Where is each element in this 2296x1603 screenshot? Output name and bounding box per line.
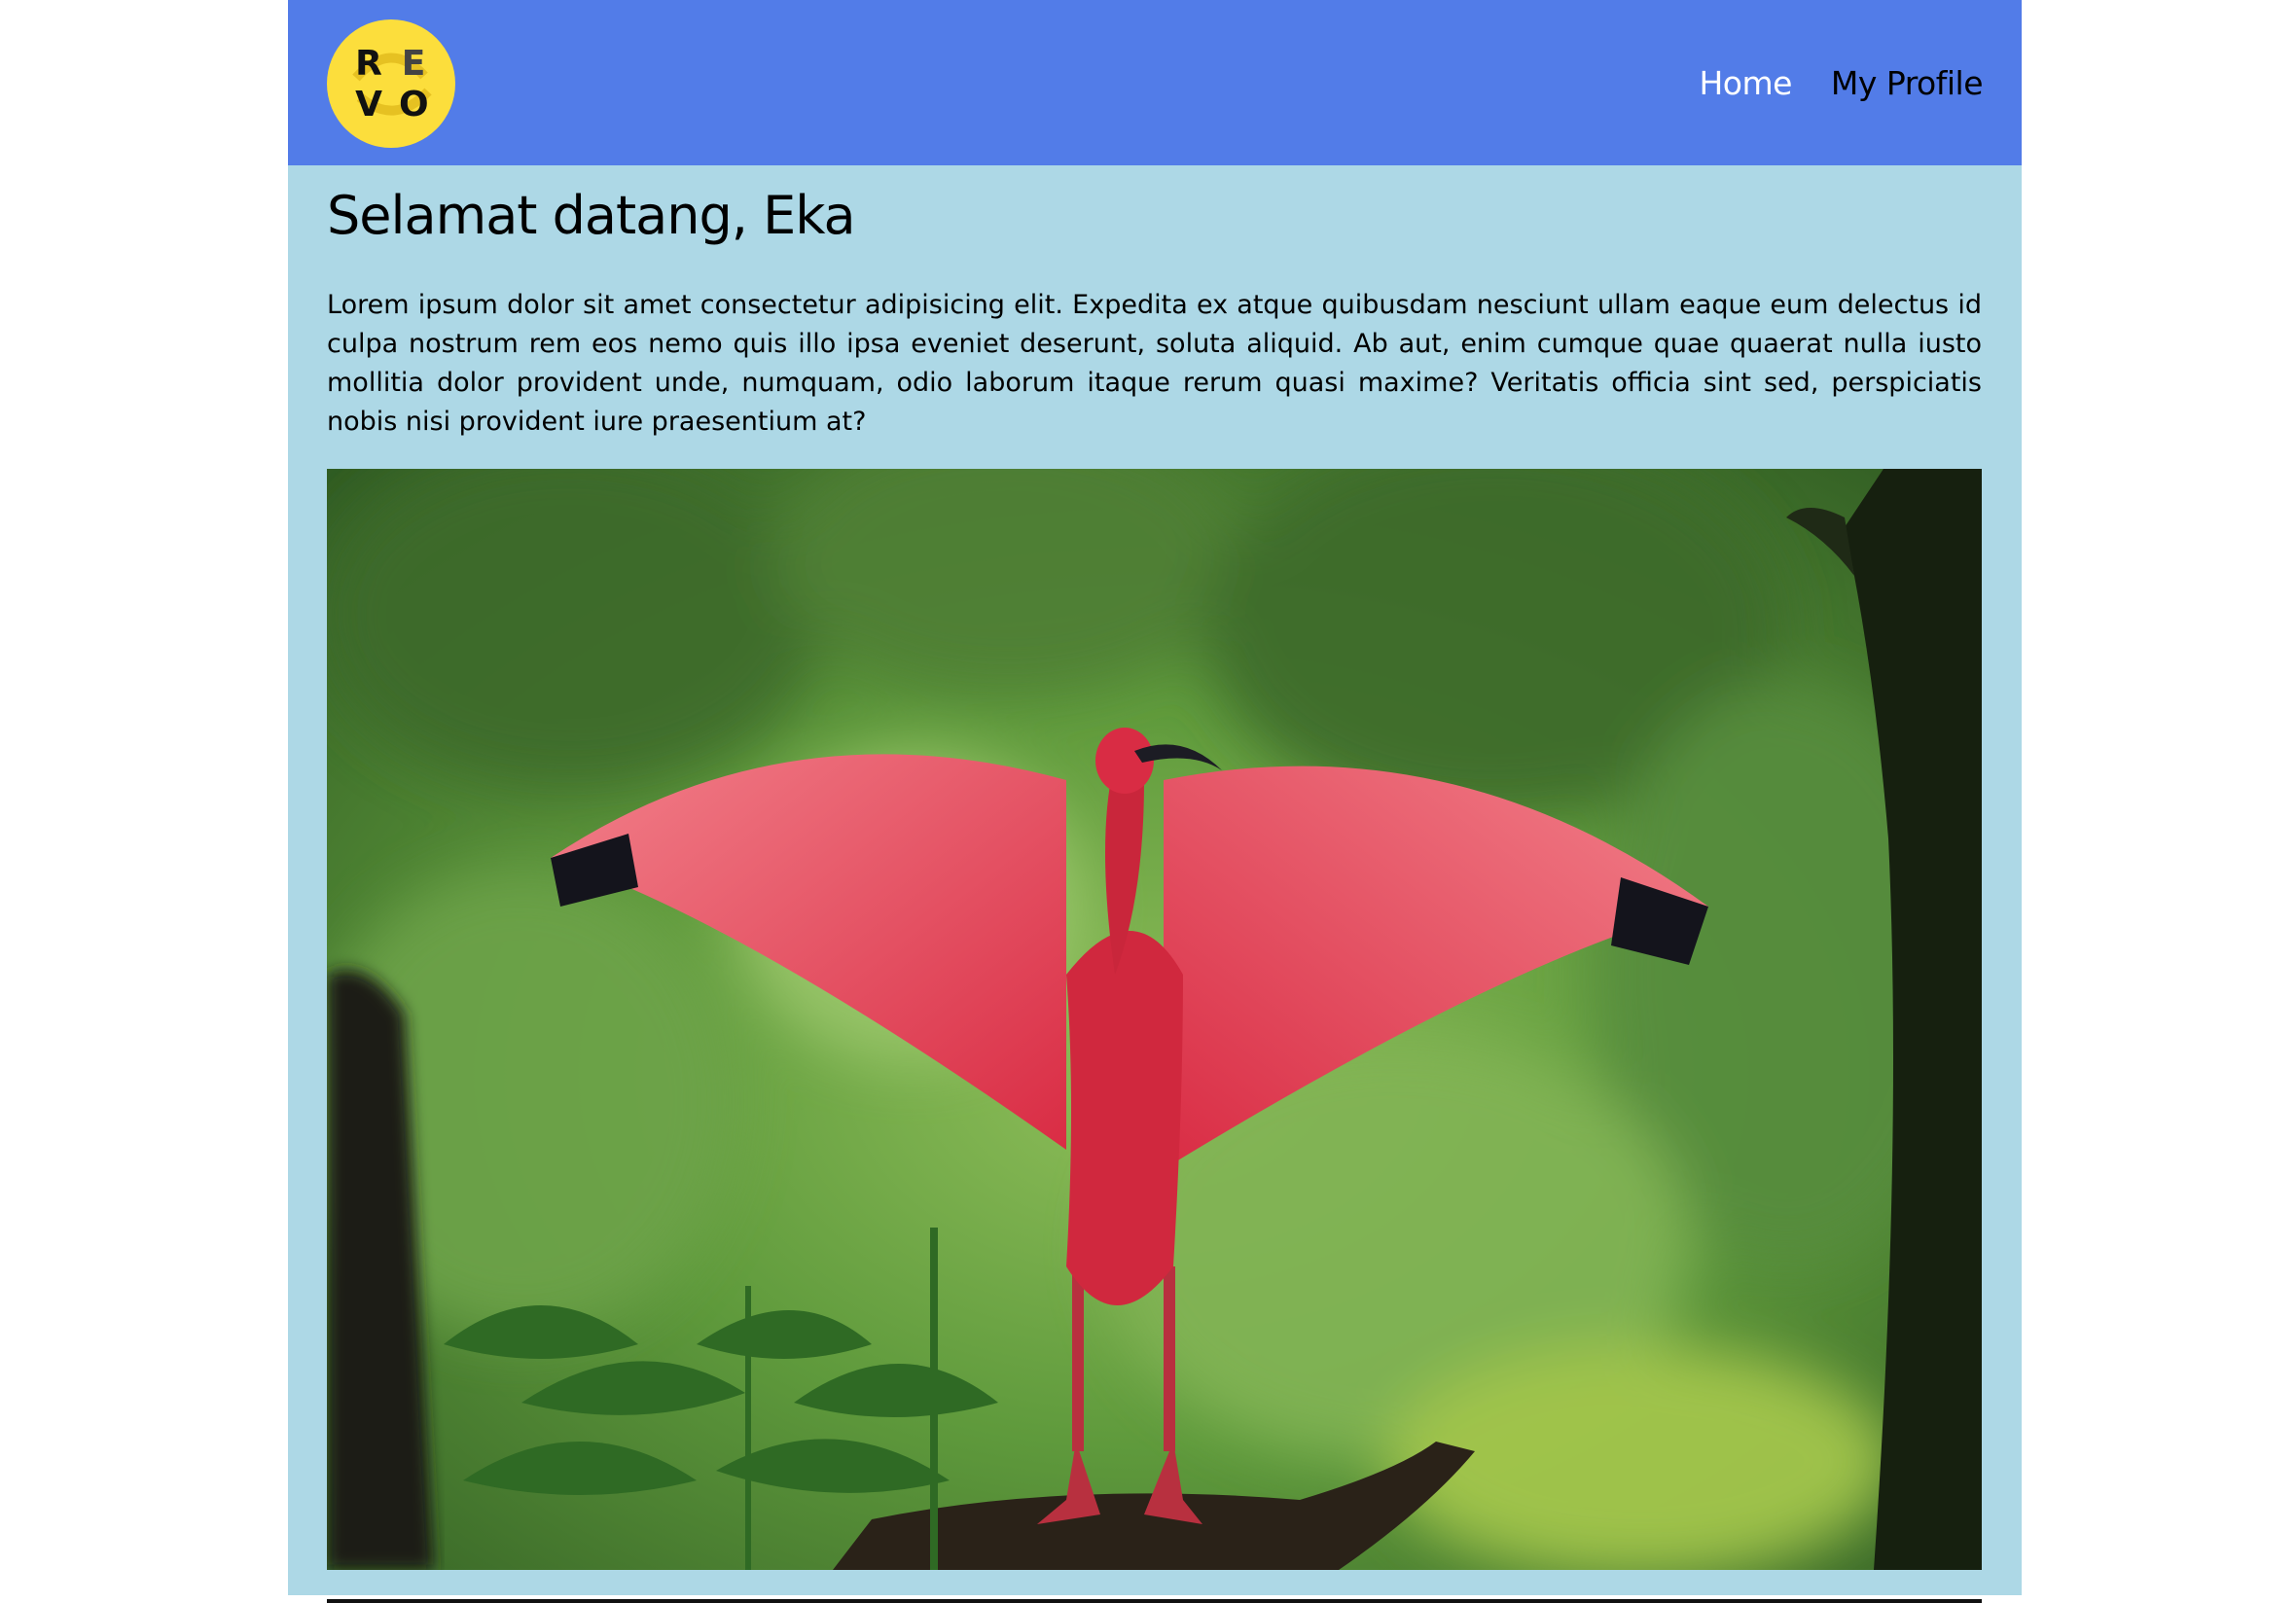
- logo[interactable]: R E V O: [327, 19, 455, 148]
- scarlet-ibis-photo: [327, 469, 1982, 1570]
- logo-letter: V: [355, 85, 382, 125]
- page-container: R E V O Home My Profile Selamat datang, …: [288, 0, 2022, 1603]
- nav-links: Home My Profile: [1699, 0, 1983, 165]
- hero-image: [327, 469, 1982, 1570]
- page-description: Lorem ipsum dolor sit amet consectetur a…: [327, 290, 1982, 437]
- nav-link-home[interactable]: Home: [1699, 64, 1792, 102]
- nav-link-my-profile[interactable]: My Profile: [1831, 64, 1984, 102]
- navbar: R E V O Home My Profile: [288, 0, 2022, 165]
- logo-letter: E: [401, 44, 426, 84]
- logo-swirl-icon: [352, 53, 432, 116]
- logo-letter: R: [355, 44, 382, 84]
- bottom-divider: [327, 1599, 1982, 1603]
- page-title: Selamat datang, Eka: [327, 185, 856, 246]
- logo-letter: O: [399, 85, 429, 125]
